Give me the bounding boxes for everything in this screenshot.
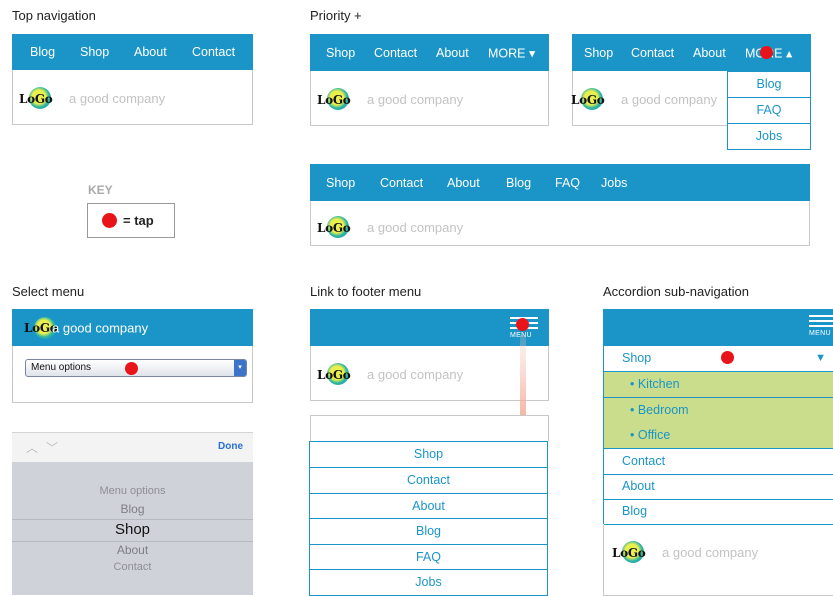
logo-badge-icon: LoGo bbox=[612, 541, 646, 563]
picker-item-contact[interactable]: Contact bbox=[12, 561, 253, 573]
wide-item-blog[interactable]: Blog bbox=[506, 176, 531, 190]
tap-indicator bbox=[102, 213, 117, 228]
logo-badge-icon: LoGo bbox=[317, 88, 351, 110]
logo: LoGo a good company bbox=[19, 87, 166, 109]
picker-toolbar: ︿ ﹀ Done bbox=[12, 432, 253, 463]
key-box: = tap bbox=[87, 203, 175, 238]
tap-indicator bbox=[516, 318, 529, 331]
logo-tagline: a good company bbox=[621, 91, 718, 107]
menu-label: MENU bbox=[809, 330, 831, 337]
priority-page-wide: LoGo a good company bbox=[310, 201, 810, 246]
logo-tagline: a good company bbox=[52, 320, 149, 336]
dropdown-item-faq[interactable]: FAQ bbox=[728, 98, 810, 124]
key-heading: KEY bbox=[88, 183, 113, 197]
priority-item-contact[interactable]: Contact bbox=[374, 46, 417, 60]
tap-indicator bbox=[760, 46, 773, 59]
footer-item-blog[interactable]: Blog bbox=[309, 518, 548, 545]
top-nav-bar: Blog Shop About Contact bbox=[12, 34, 253, 70]
picker-item-menu-options[interactable]: Menu options bbox=[12, 485, 253, 497]
logo: LoGo a good company bbox=[24, 317, 148, 339]
accordion-item-about[interactable]: About bbox=[604, 474, 833, 500]
footer-item-shop[interactable]: Shop bbox=[309, 441, 548, 468]
accordion-header: MENU bbox=[603, 309, 833, 346]
wide-item-jobs[interactable]: Jobs bbox=[601, 176, 627, 190]
priority-page-collapsed: LoGo a good company bbox=[310, 71, 549, 126]
priority-nav-collapsed: Shop Contact About MORE ▾ bbox=[310, 34, 549, 71]
accordion-item-shop[interactable]: Shop ▼ bbox=[604, 346, 833, 372]
priority-more-dropdown: Blog FAQ Jobs bbox=[727, 71, 811, 150]
logo-badge-icon: LoGo bbox=[571, 88, 605, 110]
top-nav-item-blog[interactable]: Blog bbox=[30, 45, 55, 59]
picker-selection-line-top bbox=[12, 519, 253, 520]
title-footer-menu: Link to footer menu bbox=[310, 284, 422, 299]
top-nav-item-about[interactable]: About bbox=[134, 45, 167, 59]
logo-tagline: a good company bbox=[662, 544, 759, 560]
logo-badge-icon: LoGo bbox=[19, 87, 53, 109]
wide-item-shop[interactable]: Shop bbox=[326, 176, 355, 190]
top-nav-item-contact[interactable]: Contact bbox=[192, 45, 235, 59]
logo: LoGo a good company bbox=[317, 363, 464, 385]
picker-item-about[interactable]: About bbox=[12, 543, 253, 557]
select-arrow-icon: ▾ bbox=[234, 360, 246, 376]
picker-done-button[interactable]: Done bbox=[218, 441, 243, 452]
priority-nav-open: Shop Contact About MORE ▴ bbox=[572, 34, 811, 71]
logo-tagline: a good company bbox=[367, 366, 464, 382]
footer-item-jobs[interactable]: Jobs bbox=[309, 569, 548, 596]
footer-menu-lower-page bbox=[310, 415, 549, 441]
logo: LoGo a good company bbox=[612, 541, 759, 563]
logo-badge-icon: LoGo bbox=[317, 363, 351, 385]
priority-nav-wide: Shop Contact About Blog FAQ Jobs bbox=[310, 164, 810, 201]
picker-selection-line-bottom bbox=[12, 541, 253, 542]
picker-down-icon[interactable]: ﹀ bbox=[46, 439, 58, 456]
select-value: Menu options bbox=[31, 362, 92, 373]
wide-item-contact[interactable]: Contact bbox=[380, 176, 423, 190]
accordion-sub-item-bedroom[interactable]: • Bedroom bbox=[604, 398, 833, 424]
priority-more-button[interactable]: MORE ▾ bbox=[488, 45, 535, 60]
accordion-item-blog[interactable]: Blog bbox=[604, 499, 833, 525]
logo: LoGo a good company bbox=[571, 88, 718, 110]
logo-tagline: a good company bbox=[69, 90, 166, 106]
logo: LoGo a good company bbox=[317, 216, 464, 238]
logo-tagline: a good company bbox=[367, 91, 464, 107]
dropdown-item-blog[interactable]: Blog bbox=[728, 72, 810, 98]
footer-item-about[interactable]: About bbox=[309, 493, 548, 520]
footer-menu-list: Shop Contact About Blog FAQ Jobs bbox=[309, 441, 548, 596]
wide-item-about[interactable]: About bbox=[447, 176, 480, 190]
top-nav-page: LoGo a good company bbox=[12, 70, 253, 125]
footer-item-faq[interactable]: FAQ bbox=[309, 544, 548, 571]
wide-item-faq[interactable]: FAQ bbox=[555, 176, 580, 190]
title-accordion: Accordion sub-navigation bbox=[603, 284, 749, 299]
picker-up-icon[interactable]: ︿ bbox=[26, 439, 38, 456]
footer-item-contact[interactable]: Contact bbox=[309, 467, 548, 494]
picker-item-blog[interactable]: Blog bbox=[12, 502, 253, 516]
accordion-sub-item-kitchen[interactable]: • Kitchen bbox=[604, 372, 833, 398]
top-nav-item-shop[interactable]: Shop bbox=[80, 45, 109, 59]
tap-indicator bbox=[125, 362, 138, 375]
key-label: = tap bbox=[123, 213, 154, 228]
hamburger-menu-icon[interactable]: MENU bbox=[809, 315, 833, 337]
logo: LoGo a good company bbox=[317, 88, 464, 110]
priority-item-shop[interactable]: Shop bbox=[326, 46, 355, 60]
priority-open-item-contact[interactable]: Contact bbox=[631, 46, 674, 60]
priority-item-about[interactable]: About bbox=[436, 46, 469, 60]
accordion-page: LoGo a good company bbox=[603, 525, 833, 596]
chevron-down-icon: ▼ bbox=[815, 352, 826, 364]
title-top-navigation: Top navigation bbox=[12, 8, 96, 23]
picker-item-shop[interactable]: Shop bbox=[12, 521, 253, 538]
logo-badge-icon: LoGo bbox=[317, 216, 351, 238]
accordion-sub-item-office[interactable]: • Office bbox=[604, 423, 833, 449]
select-menu-header: LoGo a good company bbox=[12, 309, 253, 346]
accordion-panel: Shop ▼ • Kitchen • Bedroom • Office Cont… bbox=[603, 346, 833, 525]
priority-open-item-about[interactable]: About bbox=[693, 46, 726, 60]
logo-tagline: a good company bbox=[367, 219, 464, 235]
priority-open-item-shop[interactable]: Shop bbox=[584, 46, 613, 60]
dropdown-item-jobs[interactable]: Jobs bbox=[728, 124, 810, 149]
title-priority-plus: Priority + bbox=[310, 8, 362, 23]
tap-indicator bbox=[721, 351, 734, 364]
title-select-menu: Select menu bbox=[12, 284, 85, 299]
picker-wheel: Menu options Blog Shop About Contact bbox=[12, 462, 253, 595]
accordion-item-contact[interactable]: Contact bbox=[604, 449, 833, 475]
